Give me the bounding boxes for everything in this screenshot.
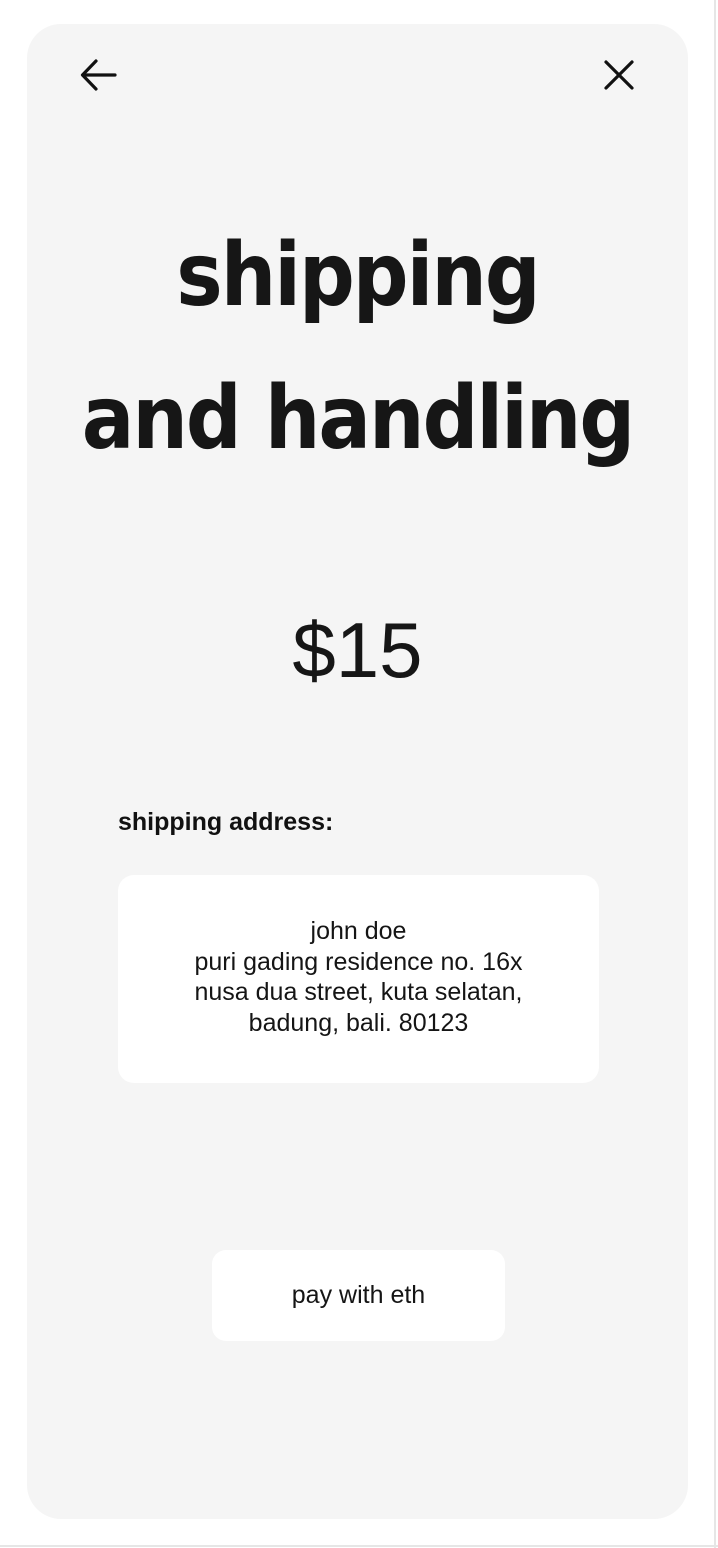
close-icon (604, 60, 634, 90)
arrow-left-icon (80, 59, 117, 91)
page-title-line-1: shipping (176, 225, 540, 327)
shipping-price: $15 (292, 606, 423, 694)
shipping-card: shipping and handling $15 shipping addre… (27, 24, 688, 1519)
window-edge-bottom (0, 1545, 718, 1547)
pay-with-eth-button[interactable]: pay with eth (212, 1250, 505, 1341)
back-button[interactable] (71, 47, 127, 103)
address-line-region: badung, bali. 80123 (248, 1008, 469, 1037)
shipping-address-label: shipping address: (118, 808, 334, 836)
page-title-line-2: and handling (81, 368, 636, 470)
close-button[interactable] (591, 47, 647, 103)
address-line-residence: puri gading residence no. 16x (194, 947, 523, 976)
window-edge-right (714, 0, 716, 1548)
address-line-name: john doe (310, 917, 407, 945)
page-title: shipping and handling (27, 204, 688, 491)
address-line-street: nusa dua street, kuta selatan, (194, 978, 523, 1006)
shipping-address-box: john doe puri gading residence no. 16x n… (118, 875, 599, 1083)
